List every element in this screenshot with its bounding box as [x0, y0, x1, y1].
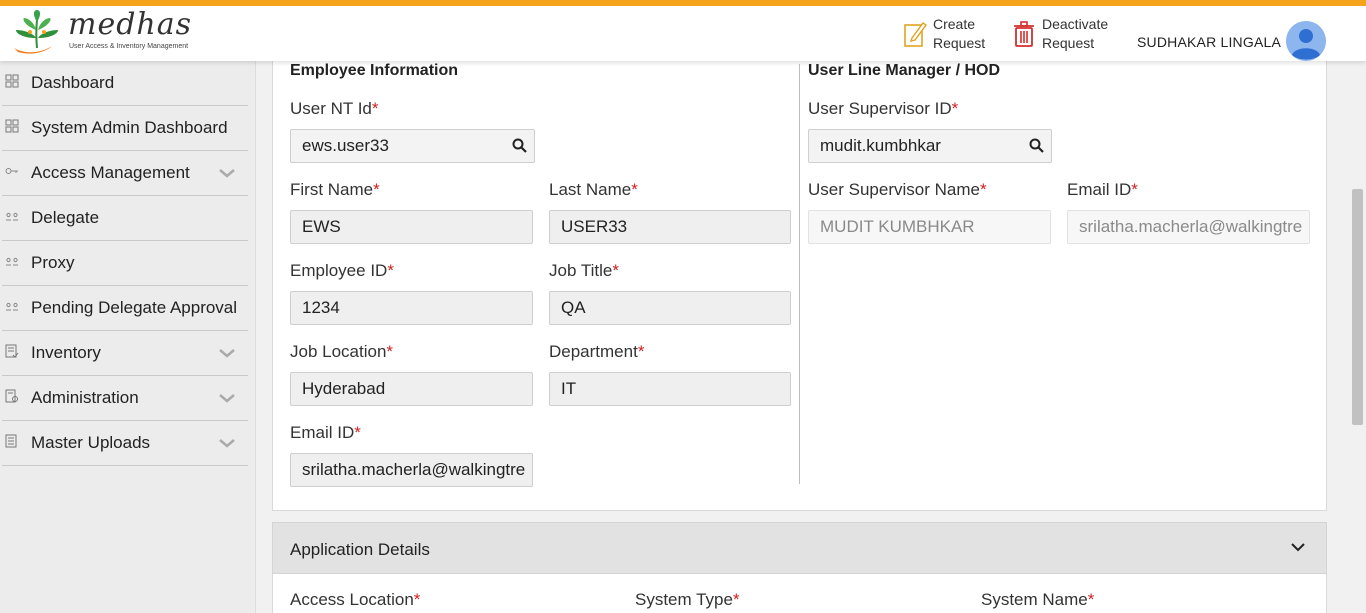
- supervisor-id-label: User Supervisor ID*: [808, 99, 959, 118]
- employee-id-field[interactable]: 1234: [290, 291, 533, 325]
- manager-email-label: Email ID*: [1067, 180, 1138, 199]
- search-icon[interactable]: [1029, 138, 1044, 153]
- sidebar-item-administration[interactable]: Administration: [2, 376, 248, 421]
- application-details-header[interactable]: Application Details: [272, 522, 1327, 574]
- app-logo[interactable]: medhas User Access & Inventory Managemen…: [10, 8, 192, 56]
- sidebar-item-label: Inventory: [31, 343, 101, 362]
- inventory-icon: [5, 344, 19, 358]
- sidebar-item-label: Dashboard: [31, 73, 115, 92]
- job-title-label: Job Title*: [549, 261, 619, 280]
- sidebar-item-dashboard[interactable]: Dashboard: [2, 61, 248, 106]
- sidebar-item-pending-delegate-approval[interactable]: Pending Delegate Approval: [2, 286, 248, 331]
- nt-id-value: ews.user33: [302, 136, 389, 155]
- first-name-label: First Name*: [290, 180, 380, 199]
- grid-icon: [5, 119, 19, 133]
- sidebar-item-label: Administration: [31, 388, 139, 407]
- last-name-field[interactable]: USER33: [549, 210, 791, 244]
- avatar[interactable]: [1286, 21, 1326, 61]
- sidebar-item-label: Pending Delegate Approval: [31, 298, 238, 317]
- users-icon: [6, 302, 18, 311]
- department-label: Department*: [549, 342, 645, 361]
- key-icon: [5, 168, 18, 174]
- application-details-body: Access Location* System Type* System Nam…: [272, 574, 1327, 613]
- chevron-down-icon[interactable]: [218, 437, 236, 449]
- access-location-label: Access Location*: [290, 590, 421, 609]
- users-icon: [6, 257, 18, 266]
- user-name[interactable]: SUDHAKAR LINGALA: [1137, 34, 1281, 50]
- sidebar-item-label: Delegate: [31, 208, 100, 227]
- main-content: Employee Information User Line Manager /…: [256, 61, 1350, 613]
- sidebar-item-label: Master Uploads: [31, 433, 151, 452]
- nt-id-input[interactable]: ews.user33: [290, 129, 535, 163]
- sidebar-item-system-admin-dashboard[interactable]: System Admin Dashboard: [2, 106, 248, 151]
- job-title-field[interactable]: QA: [549, 291, 791, 325]
- supervisor-id-value: mudit.kumbhkar: [820, 136, 941, 155]
- create-request-button[interactable]: Create Request: [903, 15, 1013, 53]
- users-icon: [6, 212, 18, 221]
- employee-info-title: Employee Information: [290, 62, 459, 79]
- job-location-label: Job Location*: [290, 342, 394, 361]
- user-avatar-icon: [1286, 21, 1326, 61]
- system-type-label: System Type*: [635, 590, 740, 609]
- logo-plant-icon: [14, 10, 58, 54]
- job-location-field[interactable]: Hyderabad: [290, 372, 533, 406]
- sidebar-item-label: Access Management: [31, 163, 190, 182]
- employee-id-label: Employee ID*: [290, 261, 394, 280]
- sidebar-item-label: Proxy: [31, 253, 75, 272]
- first-name-field[interactable]: EWS: [290, 210, 533, 244]
- department-field[interactable]: IT: [549, 372, 791, 406]
- manager-email-field: srilatha.macherla@walkingtre: [1067, 210, 1310, 244]
- sidebar-item-master-uploads[interactable]: Master Uploads: [2, 421, 248, 466]
- grid-icon: [5, 74, 19, 88]
- search-icon[interactable]: [512, 138, 527, 153]
- upload-icon: [5, 434, 17, 448]
- deactivate-request-button[interactable]: Deactivate Request: [1012, 15, 1122, 53]
- admin-icon: [5, 389, 18, 403]
- email-label: Email ID*: [290, 423, 361, 442]
- trash-icon: [1014, 21, 1034, 47]
- user-details-card: Employee Information User Line Manager /…: [272, 61, 1327, 511]
- sidebar-item-inventory[interactable]: Inventory: [2, 331, 248, 376]
- create-request-label-1: Create: [933, 16, 976, 32]
- supervisor-id-input[interactable]: mudit.kumbhkar: [808, 129, 1052, 163]
- chevron-down-icon[interactable]: [1290, 541, 1306, 553]
- sidebar-item-access-management[interactable]: Access Management: [2, 151, 248, 196]
- scrollbar-thumb[interactable]: [1352, 189, 1363, 425]
- page-scrollbar[interactable]: [1350, 61, 1366, 613]
- deactivate-request-label-1: Deactivate: [1042, 16, 1109, 32]
- supervisor-name-field: MUDIT KUMBHKAR: [808, 210, 1051, 244]
- line-manager-title: User Line Manager / HOD: [808, 62, 1001, 79]
- top-header: medhas User Access & Inventory Managemen…: [0, 0, 1366, 61]
- nt-id-label: User NT Id*: [290, 99, 379, 118]
- logo-wordmark: medhas: [68, 7, 193, 42]
- supervisor-name-label: User Supervisor Name*: [808, 180, 987, 199]
- chevron-down-icon[interactable]: [218, 347, 236, 359]
- deactivate-request-label-2: Request: [1042, 35, 1095, 51]
- section-divider: [799, 64, 800, 484]
- sidebar-item-proxy[interactable]: Proxy: [2, 241, 248, 286]
- edit-document-icon: [904, 22, 927, 47]
- chevron-down-icon[interactable]: [218, 167, 236, 179]
- sidebar: Dashboard System Admin Dashboard Access …: [0, 61, 256, 613]
- last-name-label: Last Name*: [549, 180, 638, 199]
- create-request-label-2: Request: [933, 35, 986, 51]
- system-name-label: System Name*: [981, 590, 1095, 609]
- sidebar-item-label: System Admin Dashboard: [31, 118, 228, 137]
- chevron-down-icon[interactable]: [218, 392, 236, 404]
- sidebar-item-delegate[interactable]: Delegate: [2, 196, 248, 241]
- email-field[interactable]: srilatha.macherla@walkingtre: [290, 453, 533, 487]
- application-details-title: Application Details: [290, 540, 430, 559]
- logo-tagline: User Access & Inventory Management: [69, 43, 189, 50]
